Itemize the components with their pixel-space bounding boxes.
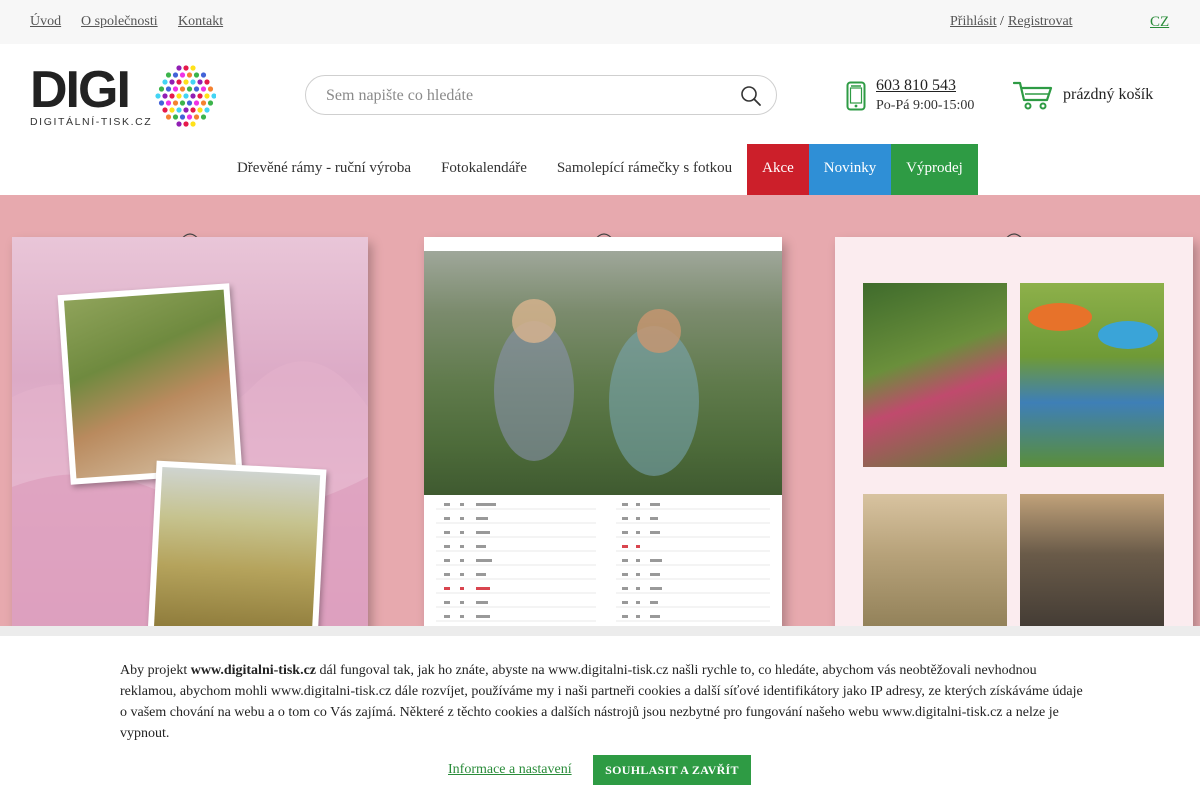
nav-link-o-spolecnosti[interactable]: O společnosti	[81, 14, 158, 30]
calendar-product-1[interactable]	[12, 237, 368, 626]
nav-item-samolepici-ramecky[interactable]: Samolepící rámečky s fotkou	[542, 144, 747, 195]
calendar-grid-lines	[436, 503, 770, 622]
phone-icon	[846, 81, 866, 111]
search-box	[305, 75, 777, 115]
search-input[interactable]	[326, 85, 726, 107]
calendar-photo-baby	[863, 283, 1007, 467]
cart-icon[interactable]	[1013, 80, 1053, 110]
cookie-site-name: www.digitalni-tisk.cz	[190, 663, 316, 678]
calendar-photo-kids	[57, 283, 243, 485]
login-link[interactable]: Přihlásit	[950, 14, 997, 30]
header: DIGI DIGITÁLNÍ-TISK.CZ 603 810 543 Po-Pá…	[0, 44, 1200, 144]
nav-link-kontakt[interactable]: Kontakt	[178, 14, 223, 30]
cookie-settings-link[interactable]: Informace a nastavení	[448, 762, 572, 778]
cookie-consent-bar: Aby projekt www.digitalni-tisk.cz dál fu…	[0, 626, 1200, 800]
register-link[interactable]: Registrovat	[1008, 14, 1073, 30]
cookie-text: Aby projekt www.digitalni-tisk.cz dál fu…	[120, 663, 1083, 741]
cart-status[interactable]: prázdný košík	[1063, 86, 1153, 104]
calendar-photo-family	[1020, 494, 1164, 626]
logo-wordmark: DIGI	[30, 61, 131, 119]
login-separator: /	[1000, 14, 1004, 29]
calendar-photo-boys	[1020, 283, 1164, 467]
hero-banner[interactable]	[0, 195, 1200, 626]
decorative-flowers	[494, 299, 699, 476]
cookie-accept-button[interactable]: SOUHLASIT A ZAVŘÍT	[593, 755, 751, 785]
top-bar: Úvod O společnosti Kontakt Přihlásit / R…	[0, 0, 1200, 44]
calendar-photo-horse	[863, 494, 1007, 626]
nav-item-fotokalendare[interactable]: Fotokalendáře	[426, 144, 542, 195]
opening-hours: Po-Pá 9:00-15:00	[876, 98, 975, 113]
nav-link-uvod[interactable]: Úvod	[30, 14, 61, 30]
calendar-photo-girls	[424, 251, 782, 495]
nav-item-novinky[interactable]: Novinky	[809, 144, 891, 195]
calendar-product-2[interactable]	[424, 237, 782, 626]
nav-item-akce[interactable]: Akce	[747, 144, 809, 195]
logo-subtitle: DIGITÁLNÍ-TISK.CZ	[30, 116, 153, 128]
logo-dots-icon	[155, 65, 216, 127]
decorative-hats	[1028, 303, 1158, 349]
nav-item-drevene-ramy[interactable]: Dřevěné rámy - ruční výroba	[222, 144, 426, 195]
calendar-product-3[interactable]	[835, 237, 1193, 626]
nav-item-vyprodej[interactable]: Výprodej	[891, 144, 978, 195]
language-switch[interactable]: CZ	[1150, 14, 1169, 31]
phone-number[interactable]: 603 810 543	[876, 77, 956, 95]
search-icon[interactable]	[740, 85, 762, 107]
logo[interactable]: DIGI DIGITÁLNÍ-TISK.CZ	[30, 64, 220, 130]
main-nav: Dřevěné rámy - ruční výroba Fotokalendář…	[0, 144, 1200, 195]
calendar-photo-field	[147, 460, 327, 626]
